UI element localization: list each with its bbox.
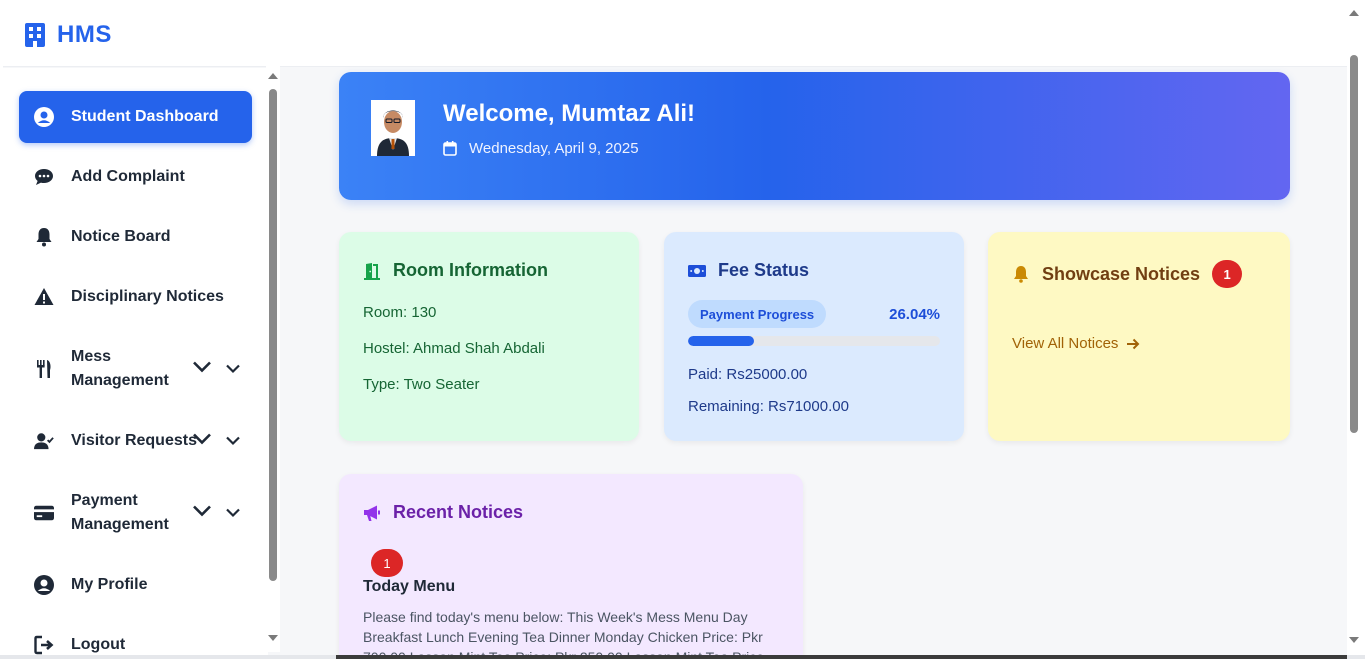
credit-card-icon — [33, 502, 55, 524]
app-window: HMS Student Dashboard Add Complaint Noti… — [3, 3, 1347, 655]
showcase-notices-title: Showcase Notices 1 — [1012, 260, 1243, 288]
chevron-down-icon[interactable] — [192, 504, 212, 523]
hostel-name: Hostel: Ahmad Shah Abdali — [363, 340, 545, 357]
chevron-down-icon[interactable] — [226, 432, 240, 450]
room-info-title-text: Room Information — [393, 260, 548, 280]
date-text: Wednesday, April 9, 2025 — [469, 140, 639, 157]
chevron-down-icon[interactable] — [226, 360, 240, 378]
sidebar-item-label: Disciplinary Notices — [71, 288, 224, 305]
sidebar-item-notice-board[interactable]: Notice Board — [19, 211, 252, 263]
sidebar-item-label: Payment Management — [71, 492, 169, 533]
brand-name[interactable]: HMS — [57, 21, 112, 49]
view-all-notices-link[interactable]: View All Notices — [1012, 335, 1140, 352]
sidebar-scrollbar-thumb[interactable] — [269, 89, 277, 581]
notice-count-badge: 1 — [371, 549, 403, 577]
sidebar-item-label: Logout — [71, 636, 126, 653]
fee-status-card: Fee Status Payment Progress 26.04% Paid:… — [664, 232, 964, 441]
sidebar-item-student-dashboard[interactable]: Student Dashboard — [19, 91, 252, 143]
room-info-card: Room Information Room: 130 Hostel: Ahmad… — [339, 232, 639, 441]
sidebar-item-label: Visitor Requests — [71, 432, 197, 449]
notice-body: Please find today's menu below: This Wee… — [363, 609, 764, 655]
utensils-icon — [33, 358, 55, 380]
showcase-notices-title-text: Showcase Notices — [1042, 263, 1201, 284]
warning-icon — [33, 286, 55, 308]
chevron-group — [192, 504, 240, 523]
main-scrollbar-thumb[interactable] — [1350, 55, 1358, 433]
room-number: Room: 130 — [363, 304, 437, 321]
recent-notices-title: Recent Notices — [363, 502, 523, 523]
avatar — [371, 100, 415, 156]
view-all-notices-text: View All Notices — [1012, 335, 1119, 352]
sidebar-item-label: Add Complaint — [71, 168, 185, 185]
building-icon — [25, 22, 45, 47]
payment-progress-bar — [688, 336, 940, 346]
chevron-down-icon[interactable] — [192, 432, 212, 451]
sidebar-item-mess-management[interactable]: Mess Management — [19, 343, 252, 395]
paid-amount: Paid: Rs25000.00 — [688, 366, 808, 383]
notice-count-badge: 1 — [1212, 260, 1243, 288]
room-info-title: Room Information — [363, 260, 548, 281]
payment-progress-fill — [688, 336, 754, 346]
payment-progress-percent: 26.04% — [889, 306, 940, 323]
bell-icon — [1014, 266, 1028, 283]
sidebar-item-label: Student Dashboard — [71, 108, 219, 125]
user-circle-icon — [33, 106, 55, 128]
user-circle-icon — [33, 574, 55, 596]
chat-icon — [33, 166, 55, 188]
sidebar-scroll-down-icon[interactable] — [268, 635, 278, 641]
notice-title[interactable]: Today Menu — [363, 578, 455, 596]
sidebar-item-add-complaint[interactable]: Add Complaint — [19, 151, 252, 203]
showcase-notices-card: Showcase Notices 1 View All Notices — [988, 232, 1290, 441]
sidebar: Student Dashboard Add Complaint Notice B… — [3, 68, 268, 655]
sidebar-item-my-profile[interactable]: My Profile — [19, 559, 252, 611]
door-open-icon — [364, 262, 380, 280]
bottom-edge-dark — [336, 655, 1347, 659]
sidebar-item-visitor-requests[interactable]: Visitor Requests — [19, 415, 252, 467]
main-scroll-down-icon[interactable] — [1349, 637, 1359, 643]
megaphone-icon — [364, 505, 380, 521]
sidebar-item-label: Notice Board — [71, 228, 171, 245]
sidebar-item-label: My Profile — [71, 576, 148, 593]
recent-notices-card: Recent Notices 1 Today Menu Please find … — [339, 474, 803, 655]
arrow-right-icon — [1127, 338, 1140, 349]
welcome-banner: Welcome, Mumtaz Ali! Wednesday, April 9,… — [339, 72, 1290, 200]
recent-notices-title-text: Recent Notices — [393, 502, 524, 522]
fee-status-title: Fee Status — [688, 260, 809, 281]
user-check-icon — [33, 430, 55, 452]
bell-icon — [33, 226, 55, 248]
sidebar-item-logout[interactable]: Logout — [19, 619, 252, 655]
room-type: Type: Two Seater — [363, 376, 480, 393]
money-bill-icon — [688, 264, 706, 277]
chevron-down-icon[interactable] — [192, 360, 212, 379]
chevron-group — [192, 360, 240, 379]
payment-progress-label: Payment Progress — [688, 300, 827, 328]
chevron-group — [192, 432, 240, 451]
sidebar-item-label: Mess Management — [71, 348, 169, 389]
welcome-title: Welcome, Mumtaz Ali! — [443, 100, 696, 127]
top-bar: HMS — [3, 3, 1347, 67]
chevron-down-icon[interactable] — [226, 504, 240, 522]
sidebar-item-disciplinary-notices[interactable]: Disciplinary Notices — [19, 271, 252, 323]
sidebar-scroll-up-icon[interactable] — [268, 73, 278, 79]
welcome-date: Wednesday, April 9, 2025 — [443, 140, 639, 157]
logout-icon — [33, 634, 55, 655]
sidebar-item-payment-management[interactable]: Payment Management — [19, 487, 252, 539]
fee-status-title-text: Fee Status — [718, 260, 810, 280]
calendar-icon — [443, 141, 457, 156]
remaining-amount: Remaining: Rs71000.00 — [688, 398, 849, 415]
main-scroll-up-icon[interactable] — [1349, 10, 1359, 16]
